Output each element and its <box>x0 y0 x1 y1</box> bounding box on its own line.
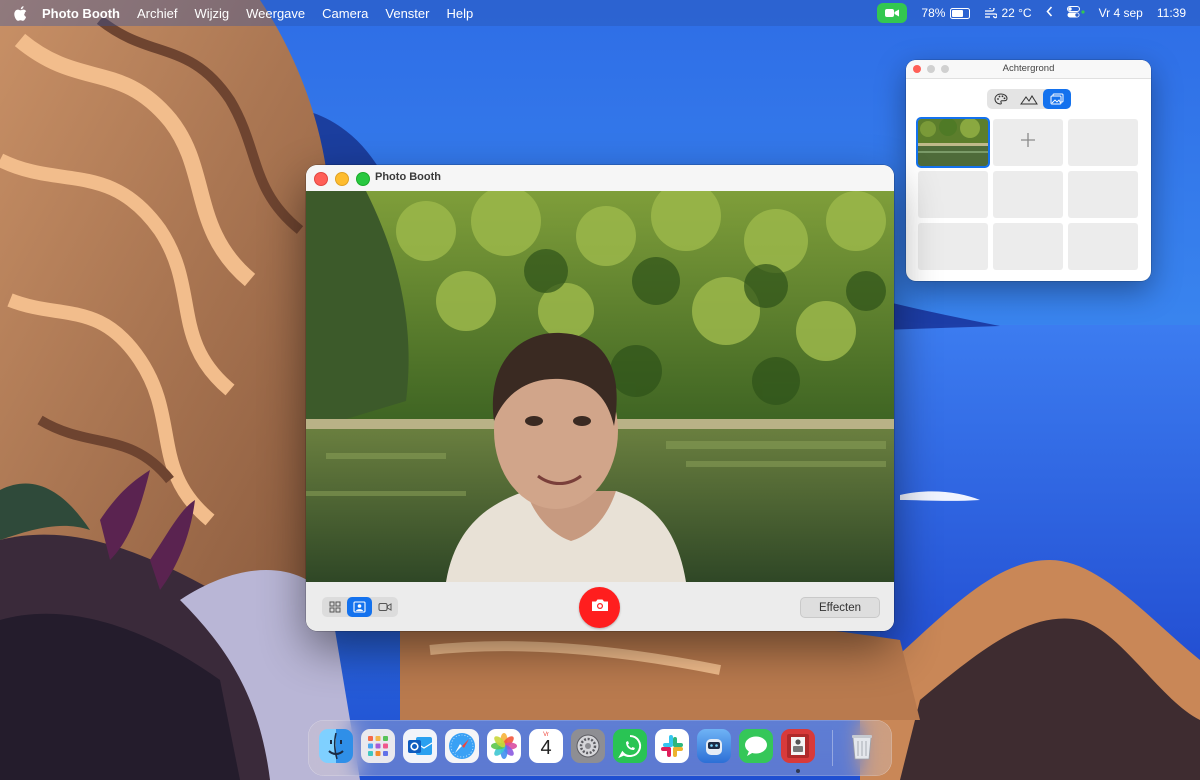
landscape-icon[interactable] <box>1015 89 1043 109</box>
menu-venster[interactable]: Venster <box>385 6 429 21</box>
background-panel-title: Achtergrond <box>1002 63 1055 74</box>
plus-icon <box>1020 132 1036 153</box>
background-thumbnail-lake[interactable] <box>916 117 990 168</box>
slack-icon[interactable] <box>655 729 689 763</box>
apple-menu-icon[interactable] <box>14 5 28 21</box>
grid-icon[interactable] <box>322 597 347 617</box>
camera-in-use-icon[interactable] <box>877 3 908 23</box>
finder-icon[interactable] <box>319 729 353 763</box>
background-panel-titlebar[interactable]: Achtergrond <box>906 60 1151 79</box>
photo-booth-window: Photo Booth Effecten <box>306 165 894 631</box>
background-slot-empty[interactable] <box>1068 223 1138 270</box>
menu-wijzig[interactable]: Wijzig <box>194 6 229 21</box>
background-slot-empty[interactable] <box>1068 171 1138 218</box>
menu-archief[interactable]: Archief <box>137 6 177 21</box>
calendar-day: 4 <box>540 737 552 759</box>
menu-weergave[interactable]: Weergave <box>246 6 305 21</box>
dock-separator <box>832 730 833 766</box>
effects-button[interactable]: Effecten <box>800 597 880 618</box>
background-slot-empty[interactable] <box>1068 119 1138 166</box>
dock: Vr 4 <box>308 720 892 776</box>
background-grid <box>916 117 1138 270</box>
whatsapp-icon[interactable] <box>613 729 647 763</box>
battery-level <box>952 9 964 17</box>
trash-icon[interactable] <box>845 729 879 763</box>
portrait-photo-icon[interactable] <box>347 597 372 617</box>
take-photo-button[interactable] <box>579 587 620 628</box>
minimize-button[interactable] <box>335 172 349 186</box>
capture-mode-selector <box>322 597 398 617</box>
temperature-text: 22 °C <box>1001 6 1032 20</box>
photos-icon[interactable] <box>1043 89 1071 109</box>
calendar-icon[interactable]: Vr 4 <box>529 729 563 763</box>
weather-widget[interactable]: 22 °C <box>984 6 1032 20</box>
menu-help[interactable]: Help <box>446 6 473 21</box>
photos-app-icon[interactable] <box>487 729 521 763</box>
robot-app-icon[interactable] <box>697 729 731 763</box>
photo-booth-app-icon[interactable] <box>781 729 815 763</box>
windy-icon <box>985 7 998 18</box>
chevron-left-icon[interactable] <box>1046 6 1053 20</box>
outlook-icon[interactable] <box>403 729 437 763</box>
control-center-icon[interactable] <box>1066 5 1085 21</box>
photo-booth-toolbar: Effecten <box>306 582 894 631</box>
battery-percentage: 78% <box>921 6 946 20</box>
system-settings-icon[interactable] <box>571 729 605 763</box>
window-title: Photo Booth <box>375 171 441 183</box>
background-slot-empty[interactable] <box>918 223 988 270</box>
menubar-time[interactable]: 11:39 <box>1157 6 1186 20</box>
background-slot-empty[interactable] <box>993 223 1063 270</box>
close-button[interactable] <box>314 172 328 186</box>
launchpad-icon[interactable] <box>361 729 395 763</box>
background-type-segmented-control <box>987 89 1071 109</box>
palette-icon[interactable] <box>987 89 1015 109</box>
menubar-date[interactable]: Vr 4 sep <box>1099 6 1143 20</box>
menu-bar: Photo Booth Archief Wijzig Weergave Came… <box>0 0 1200 26</box>
add-background-button[interactable] <box>993 119 1063 166</box>
camera-icon <box>591 598 609 617</box>
video-icon[interactable] <box>372 597 397 617</box>
safari-icon[interactable] <box>445 729 479 763</box>
battery-status[interactable]: 78% <box>921 6 971 20</box>
camera-preview <box>306 191 894 582</box>
battery-icon <box>950 7 971 19</box>
background-slot-empty[interactable] <box>918 171 988 218</box>
running-indicator <box>796 769 800 773</box>
messages-icon[interactable] <box>739 729 773 763</box>
background-panel: Achtergrond <box>906 60 1151 281</box>
window-titlebar[interactable]: Photo Booth <box>306 165 894 191</box>
zoom-button[interactable] <box>356 172 370 186</box>
menu-app-name[interactable]: Photo Booth <box>42 6 120 21</box>
background-slot-empty[interactable] <box>993 171 1063 218</box>
menu-camera[interactable]: Camera <box>322 6 368 21</box>
